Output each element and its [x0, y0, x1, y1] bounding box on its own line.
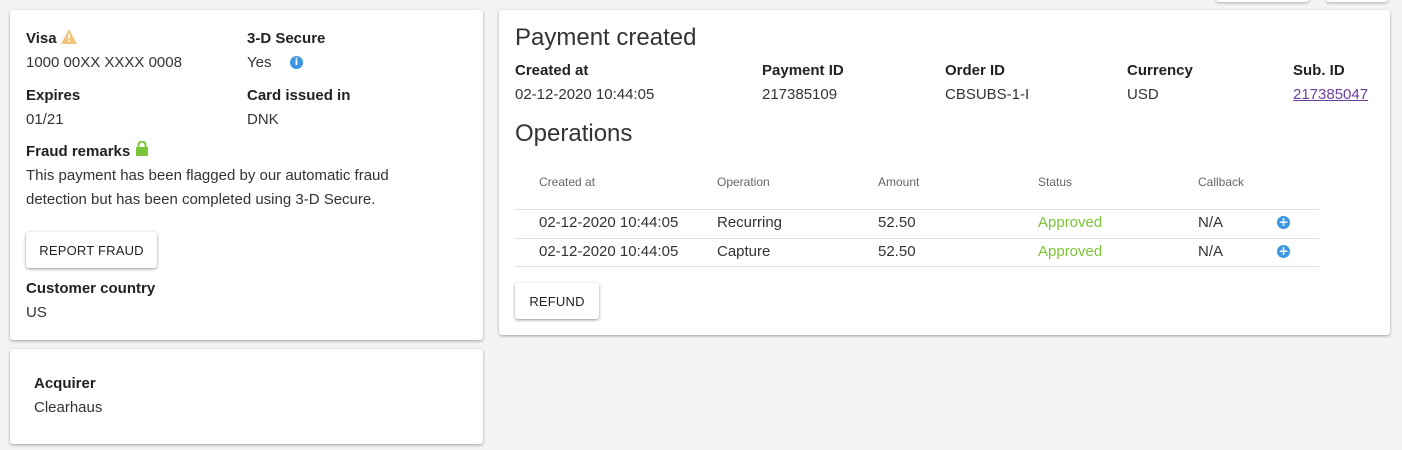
operations-title: Operations — [515, 120, 633, 147]
created-at-value: 02-12-2020 10:44:05 — [515, 86, 655, 103]
currency-label: Currency — [1127, 62, 1193, 79]
warning-triangle-icon — [61, 29, 77, 44]
top-action-button-2[interactable] — [1326, 0, 1388, 2]
secure-label: 3-D Secure — [247, 30, 326, 47]
refund-button[interactable]: Refund — [515, 283, 599, 319]
customer-country-value: US — [26, 304, 47, 321]
expires-label: Expires — [26, 87, 81, 104]
top-action-button-1[interactable] — [1216, 0, 1309, 2]
col-callback: Callback — [1198, 175, 1245, 189]
table-divider — [515, 238, 1319, 239]
issued-label: Card issued in — [247, 87, 351, 104]
sub-id-label: Sub. ID — [1293, 62, 1345, 79]
acquirer-value: Clearhaus — [34, 399, 103, 416]
row-created-at: 02-12-2020 10:44:05 — [539, 243, 679, 260]
row-callback: N/A — [1198, 214, 1224, 231]
card-info-panel: Visa 1000 00XX XXXX 0008 3-D Secure Yes … — [10, 10, 483, 340]
customer-country-label: Customer country — [26, 280, 156, 297]
col-amount: Amount — [878, 175, 920, 189]
payment-id-label: Payment ID — [762, 62, 844, 79]
report-fraud-button[interactable]: Report fraud — [26, 232, 157, 268]
row-status: Approved — [1038, 243, 1103, 260]
order-id-label: Order ID — [945, 62, 1006, 79]
row-operation: Recurring — [717, 214, 783, 231]
fraud-remarks-text: This payment has been flagged by our aut… — [26, 167, 389, 208]
lock-icon — [136, 141, 148, 156]
secure-value: Yes — [247, 54, 272, 71]
fraud-remarks-label: Fraud remarks — [26, 143, 131, 160]
row-amount: 52.50 — [878, 214, 916, 231]
payment-id-value: 217385109 — [762, 86, 838, 103]
currency-value: USD — [1127, 86, 1159, 103]
issued-value: DNK — [247, 111, 279, 128]
card-brand-label: Visa — [26, 30, 57, 47]
acquirer-label: Acquirer — [34, 375, 96, 392]
payment-title: Payment created — [515, 24, 697, 51]
payment-panel: Payment created Created at 02-12-2020 10… — [499, 10, 1390, 335]
order-id-value: CBSUBS-1-I — [945, 86, 1030, 103]
sub-id-link[interactable]: 217385047 — [1293, 86, 1368, 103]
row-callback: N/A — [1198, 243, 1224, 260]
row-amount: 52.50 — [878, 243, 916, 260]
expand-row-icon[interactable]: + — [1277, 216, 1290, 229]
row-created-at: 02-12-2020 10:44:05 — [539, 214, 679, 231]
expand-row-icon[interactable]: + — [1277, 245, 1290, 258]
row-status: Approved — [1038, 214, 1103, 231]
row-operation: Capture — [717, 243, 771, 260]
col-status: Status — [1038, 175, 1073, 189]
expires-value: 01/21 — [26, 111, 64, 128]
info-icon[interactable]: i — [290, 56, 303, 69]
col-created-at: Created at — [539, 175, 596, 189]
card-number: 1000 00XX XXXX 0008 — [26, 54, 182, 71]
created-at-label: Created at — [515, 62, 589, 79]
acquirer-panel: Acquirer Clearhaus — [10, 349, 483, 444]
table-divider — [515, 266, 1319, 267]
table-divider — [515, 209, 1319, 210]
col-operation: Operation — [717, 175, 770, 189]
